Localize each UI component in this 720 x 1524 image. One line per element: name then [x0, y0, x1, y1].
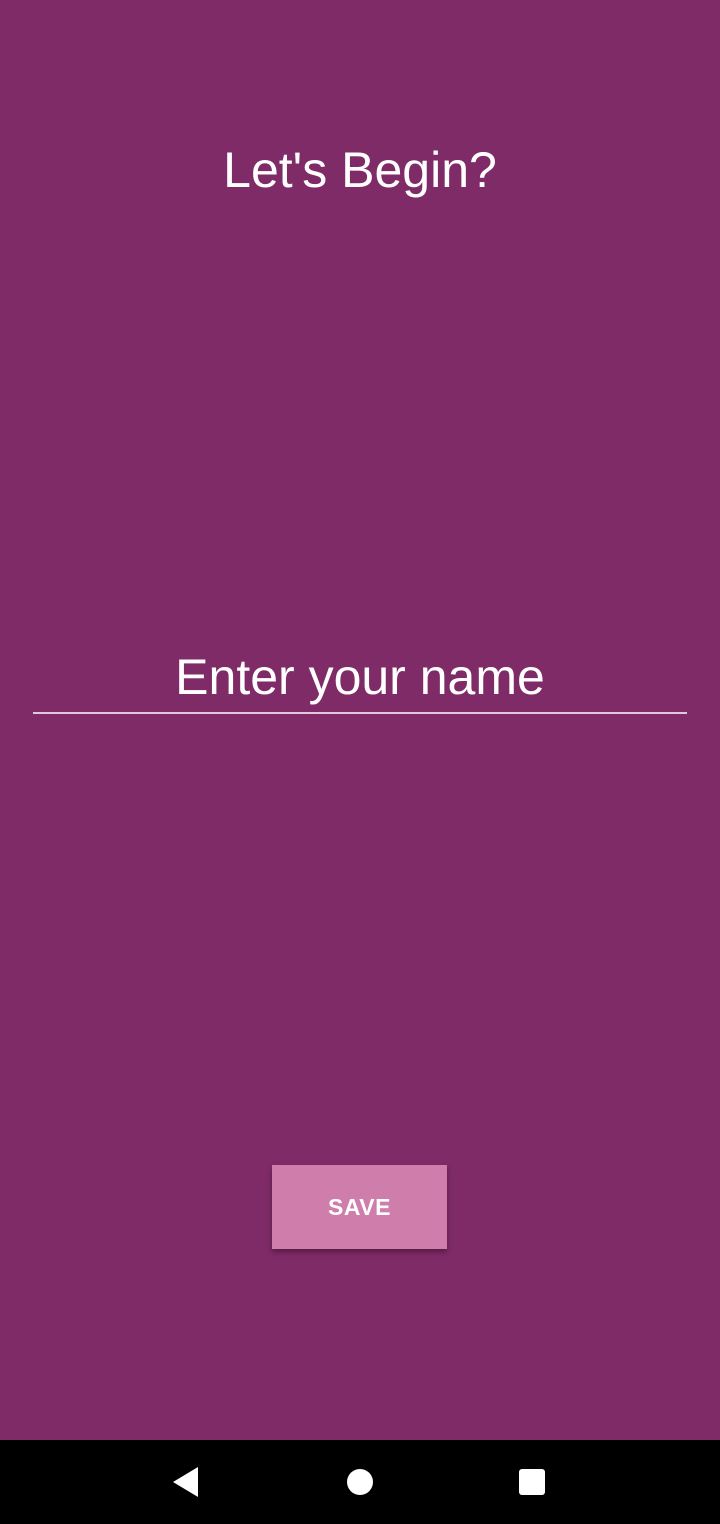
name-input[interactable]	[33, 642, 687, 714]
back-triangle-icon	[172, 1467, 198, 1497]
app-screen: Let's Begin? SAVE	[0, 0, 720, 1440]
save-button[interactable]: SAVE	[272, 1165, 447, 1249]
page-title: Let's Begin?	[223, 142, 497, 198]
recents-button[interactable]	[472, 1440, 592, 1524]
home-circle-icon	[347, 1469, 373, 1495]
recents-square-icon	[519, 1469, 545, 1495]
back-button[interactable]	[125, 1440, 245, 1524]
home-button[interactable]	[300, 1440, 420, 1524]
navigation-bar	[0, 1440, 720, 1524]
